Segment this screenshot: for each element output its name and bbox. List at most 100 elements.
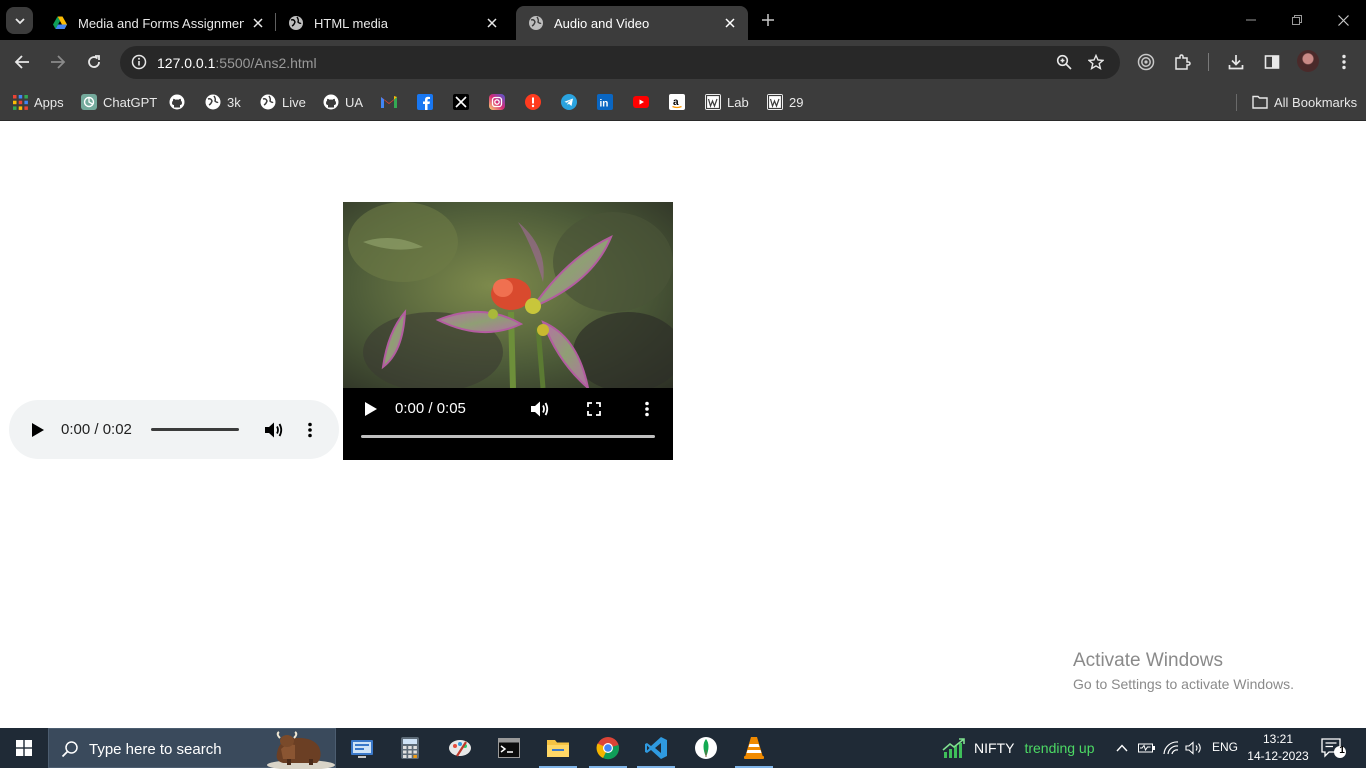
input-language[interactable]: ENG [1212, 740, 1238, 754]
bookmark-29[interactable]: 29 [767, 91, 803, 113]
bookmark-star-button[interactable] [1082, 48, 1110, 76]
chatgpt-icon [81, 94, 97, 110]
bookmark-github[interactable] [169, 91, 185, 113]
system-clock[interactable]: 13:21 14-12-2023 [1246, 731, 1310, 765]
folder-icon [1252, 94, 1268, 110]
taskbar-app-file-explorer[interactable] [534, 728, 582, 768]
activate-windows-watermark: Activate Windows Go to Settings to activ… [1073, 650, 1294, 692]
restore-button[interactable] [1274, 0, 1320, 40]
github-icon [323, 94, 339, 110]
taskbar-search-box[interactable]: Type here to search [48, 728, 336, 769]
bookmark-label: ChatGPT [103, 94, 158, 110]
taskbar-app-network[interactable] [338, 728, 386, 768]
zoom-button[interactable] [1050, 48, 1078, 76]
bookmark-label: Live [282, 94, 306, 110]
taskbar-app-vscode[interactable] [632, 728, 680, 768]
reload-icon [88, 55, 100, 68]
forward-button[interactable] [44, 48, 72, 76]
audio-player[interactable]: 0:00 / 0:02 [9, 400, 339, 459]
tray-volume[interactable] [1184, 738, 1204, 758]
x-icon [453, 94, 469, 110]
video-player[interactable]: 0:00 / 0:05 [343, 202, 673, 460]
bookmark-facebook[interactable] [417, 91, 433, 113]
address-bar[interactable]: 127.0.0.1:5500/Ans2.html [120, 46, 1120, 79]
notification-center-button[interactable]: 1 [1320, 736, 1348, 760]
stock-ticker-widget[interactable]: NIFTY trending up [942, 738, 1095, 758]
target-icon [1137, 53, 1155, 71]
tab-media-forms[interactable]: Media and Forms Assignment.p [40, 6, 276, 40]
yak-illustration-icon [267, 731, 335, 769]
bookmark-youtube[interactable] [633, 91, 649, 113]
url-text[interactable]: 127.0.0.1:5500/Ans2.html [157, 55, 317, 71]
extensions-button[interactable] [1168, 48, 1196, 76]
plus-icon [762, 14, 774, 26]
tab-title: Media and Forms Assignment.p [78, 15, 244, 31]
side-panel-button[interactable] [1258, 48, 1286, 76]
video-more-button[interactable] [638, 398, 656, 420]
taskbar-app-calculator[interactable] [386, 728, 434, 768]
bookmark-3k[interactable]: 3k [205, 91, 241, 113]
tray-battery[interactable] [1137, 738, 1157, 758]
taskbar-app-vlc[interactable] [730, 728, 778, 768]
vlc-icon [744, 737, 764, 759]
reload-button[interactable] [80, 48, 108, 76]
globe-icon [529, 16, 543, 30]
bookmark-alert[interactable] [525, 91, 541, 113]
instagram-icon [489, 94, 505, 110]
bookmark-lab[interactable]: Lab [705, 91, 749, 113]
audio-progress-bar[interactable] [151, 428, 239, 431]
more-vert-icon [645, 401, 649, 417]
bookmark-linkedin[interactable]: in [597, 91, 613, 113]
bookmark-x[interactable] [453, 91, 469, 113]
profile-avatar[interactable] [1297, 50, 1319, 72]
bookmark-telegram[interactable] [561, 91, 577, 113]
close-tab-icon[interactable] [250, 15, 266, 31]
all-bookmarks-label: All Bookmarks [1274, 94, 1358, 110]
browser-toolbar: 127.0.0.1:5500/Ans2.html [0, 40, 1366, 84]
taskbar-app-terminal[interactable] [485, 728, 533, 768]
bookmark-ua[interactable]: UA [323, 91, 363, 113]
site-info-icon[interactable] [128, 51, 150, 73]
tab-html-media[interactable]: HTML media [276, 6, 510, 40]
back-button[interactable] [8, 48, 36, 76]
extension-button[interactable] [1132, 48, 1160, 76]
close-window-button[interactable] [1320, 0, 1366, 40]
google-drive-icon [53, 16, 67, 29]
vscode-icon [645, 737, 667, 759]
bookmark-chatgpt[interactable]: ChatGPT [81, 91, 157, 113]
tab-title: HTML media [314, 15, 388, 31]
new-tab-button[interactable] [758, 10, 778, 30]
arrow-right-icon [51, 55, 66, 69]
tray-overflow-button[interactable] [1112, 738, 1132, 758]
tab-search-button[interactable] [6, 7, 33, 34]
start-button[interactable] [0, 728, 48, 768]
audio-more-button[interactable] [301, 419, 319, 441]
video-volume-button[interactable] [529, 398, 551, 420]
bookmark-gmail[interactable] [381, 91, 397, 113]
apps-grid-icon [12, 94, 28, 110]
downloads-button[interactable] [1222, 48, 1250, 76]
close-tab-icon[interactable] [722, 15, 738, 31]
video-fullscreen-button[interactable] [583, 398, 605, 420]
paint-icon [449, 740, 471, 757]
fullscreen-icon [587, 402, 601, 416]
minimize-button[interactable] [1228, 0, 1274, 40]
bookmark-instagram[interactable] [489, 91, 505, 113]
taskbar-app-paint[interactable] [436, 728, 484, 768]
bookmark-apps[interactable]: Apps [12, 91, 64, 113]
video-play-button[interactable] [360, 398, 382, 420]
close-tab-icon[interactable] [484, 15, 500, 31]
audio-play-button[interactable] [27, 419, 49, 441]
video-progress-bar[interactable] [361, 435, 655, 438]
bookmark-live[interactable]: Live [260, 91, 306, 113]
star-icon [1088, 54, 1104, 70]
more-vert-icon [308, 422, 312, 438]
bookmark-amazon[interactable]: a [669, 91, 685, 113]
all-bookmarks-button[interactable]: All Bookmarks [1252, 91, 1357, 113]
browser-menu-button[interactable] [1330, 48, 1358, 76]
audio-volume-button[interactable] [263, 419, 285, 441]
tray-wifi[interactable] [1161, 738, 1181, 758]
tab-audio-video[interactable]: Audio and Video [516, 6, 748, 40]
taskbar-app-mongodb[interactable] [682, 728, 730, 768]
taskbar-app-chrome[interactable] [584, 728, 632, 768]
